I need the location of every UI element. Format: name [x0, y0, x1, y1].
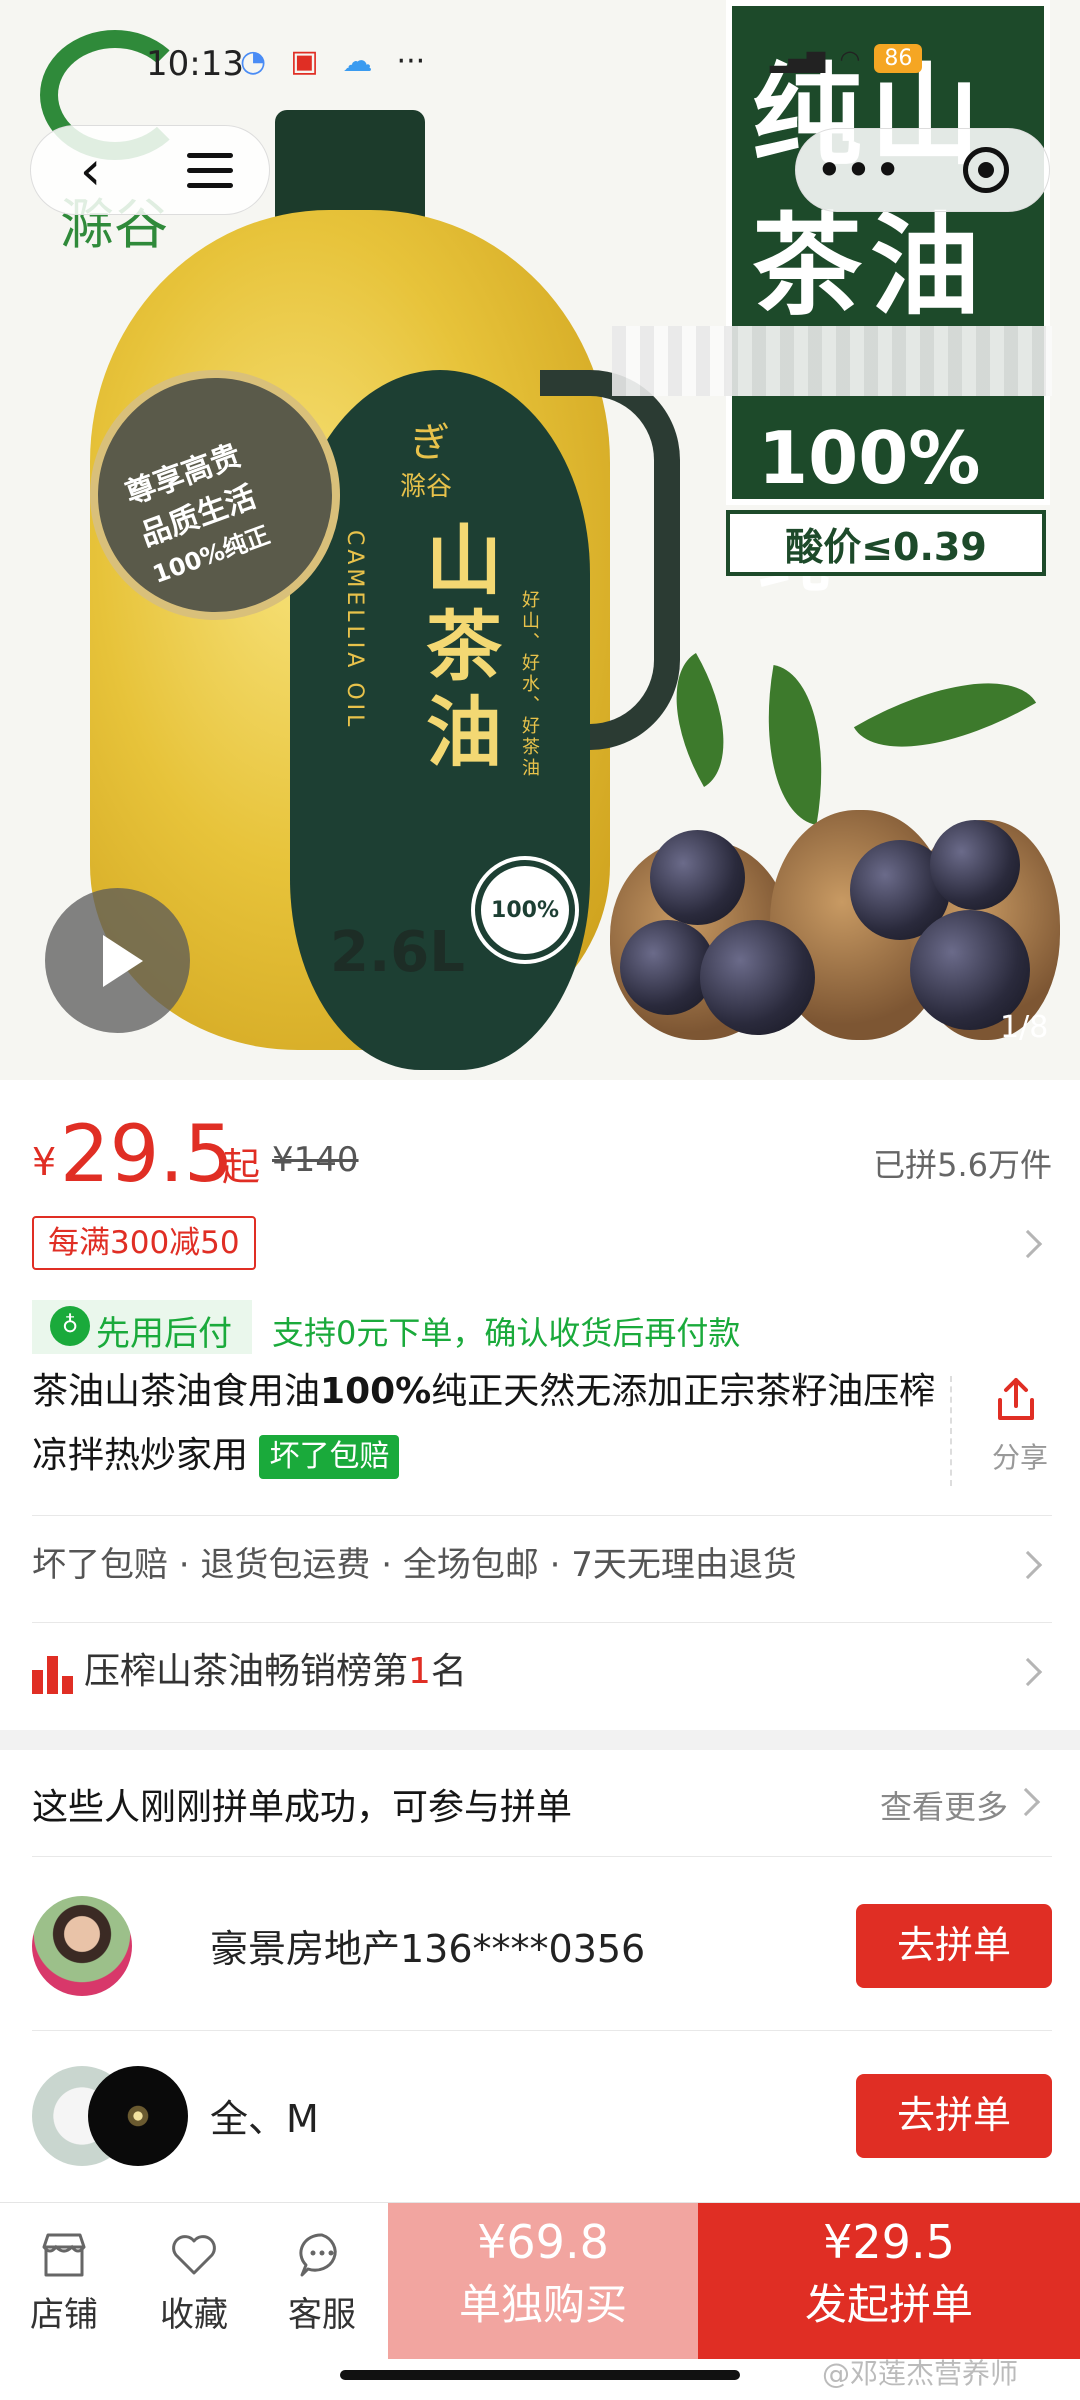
- battery-icon: 86: [874, 44, 923, 73]
- chat-icon: [299, 2233, 337, 2277]
- status-time: 10:13: [146, 44, 244, 84]
- home-indicator[interactable]: [340, 2370, 740, 2380]
- original-price: ¥140: [272, 1140, 359, 1180]
- avatar: [88, 2066, 188, 2166]
- price-row: ¥ 29.5 起 ¥140 已拼5.6万件: [32, 1110, 1052, 1200]
- share-icon: [998, 1378, 1034, 1420]
- heart-icon: [172, 2235, 216, 2275]
- back-button[interactable]: ‹: [31, 125, 150, 215]
- member-name: 豪景房地产136****0356: [210, 1927, 646, 1971]
- ranking-text: 压榨山茶油畅销榜第1名: [84, 1651, 467, 1692]
- join-group-button[interactable]: 去拼单: [856, 2074, 1052, 2158]
- acid-value-label: 酸价≤0.39: [726, 510, 1046, 576]
- share-label: 分享: [992, 1441, 1049, 1474]
- section-separator: [0, 1730, 1080, 1750]
- bottle-title: 山茶油: [413, 520, 502, 778]
- play-video-button[interactable]: [45, 888, 190, 1033]
- tab-customer-service[interactable]: 客服: [258, 2227, 386, 2347]
- price-suffix: 起: [222, 1145, 261, 1189]
- purity-seal: 100%: [475, 860, 575, 960]
- more-notifications-icon: ···: [396, 44, 426, 79]
- start-group-button[interactable]: ¥29.5 发起拼单: [698, 2203, 1080, 2359]
- group-price: 29.5: [60, 1110, 234, 1200]
- pay-later-icon: ♁: [50, 1306, 90, 1346]
- more-options-button[interactable]: •••: [796, 143, 923, 197]
- coupon-row[interactable]: 每满300减50: [32, 1216, 1052, 1272]
- status-bar: 10:13 ◔ ▣ ☁ ··· ▂▄▆ ◠ 86: [0, 0, 1080, 130]
- pay-later-row[interactable]: ♁ 先用后付 支持0元下单，确认收货后再付款: [32, 1300, 1052, 1360]
- tab-label: 店铺: [30, 2295, 98, 2335]
- coupon-tag: 每满300减50: [32, 1216, 256, 1270]
- bottle-volume: 2.6L: [330, 920, 465, 985]
- bottle-english-name: CAMELLIA OIL: [342, 530, 367, 731]
- close-miniprogram-button[interactable]: [923, 147, 1049, 193]
- divider: [32, 1622, 1052, 1623]
- chevron-right-icon: [1013, 1657, 1043, 1687]
- target-icon: [963, 147, 1009, 193]
- ranking-icon: [32, 1654, 74, 1694]
- group-buy-header: 这些人刚刚拼单成功，可参与拼单 查看更多: [32, 1760, 1052, 1840]
- pay-later-title: 先用后付: [96, 1314, 232, 1354]
- watermark: @邓莲杰营养师: [822, 2357, 1019, 2390]
- notification-icons: ◔ ▣ ☁ ···: [240, 44, 425, 79]
- product-title: 茶油山茶油食用油100%纯正天然无添加正宗茶籽油压榨凉拌热炒家用 坏了包赔: [32, 1360, 942, 1488]
- guarantee-tag: 坏了包赔: [259, 1435, 400, 1479]
- tab-label: 收藏: [160, 2295, 228, 2335]
- solo-label: 单独购买: [458, 2280, 627, 2329]
- menu-button[interactable]: [150, 125, 269, 215]
- solo-price: ¥69.8: [477, 2215, 609, 2269]
- miniprogram-capsule: •••: [795, 128, 1050, 212]
- group-buy-label: 发起拼单: [804, 2280, 973, 2329]
- service-guarantees: 坏了包赔 · 退货包运费 · 全场包邮 · 7天无理由退货: [32, 1545, 797, 1585]
- group-buy-title: 这些人刚刚拼单成功，可参与拼单: [32, 1787, 573, 1828]
- tab-store[interactable]: 店铺: [0, 2227, 128, 2347]
- avatar: [32, 1896, 132, 1996]
- app-notification-icon: ▣: [290, 44, 319, 79]
- chat-notification-icon: ◔: [240, 44, 267, 79]
- bottle-logo-icon: ぎ: [410, 420, 450, 466]
- tab-label: 客服: [288, 2295, 356, 2335]
- tab-favorite[interactable]: 收藏: [130, 2227, 258, 2347]
- group-member-row: 豪景房地产136****0356 去拼单: [32, 1890, 1052, 2000]
- bottle-slogan: 好山、好水、好茶油: [519, 590, 540, 779]
- group-buy-price: ¥29.5: [823, 2215, 955, 2269]
- chevron-right-icon: [1013, 1550, 1043, 1580]
- currency-symbol: ¥: [32, 1140, 57, 1184]
- member-name: 全、M: [210, 2097, 319, 2141]
- blurred-overlay: [612, 326, 1052, 396]
- buy-alone-button[interactable]: ¥69.8 单独购买: [388, 2203, 698, 2359]
- group-member-row: 全、M 去拼单: [32, 2060, 1052, 2170]
- wifi-icon: ◠: [839, 44, 861, 73]
- image-counter: 1/8: [1000, 1010, 1049, 1045]
- cloud-notification-icon: ☁: [342, 44, 373, 79]
- chevron-right-icon: [1013, 1229, 1043, 1259]
- store-icon: [42, 2233, 86, 2277]
- sold-count: 已拼5.6万件: [873, 1146, 1052, 1184]
- service-guarantees-row[interactable]: 坏了包赔 · 退货包运费 · 全场包邮 · 7天无理由退货: [32, 1525, 1052, 1605]
- chevron-right-icon: [1011, 1787, 1041, 1817]
- system-status-icons: ▂▄▆ ◠ 86: [770, 44, 923, 73]
- nav-controls: ‹: [30, 125, 270, 215]
- play-icon: [102, 934, 143, 987]
- view-more-link[interactable]: 查看更多: [880, 1782, 1008, 1828]
- ranking-row[interactable]: 压榨山茶油畅销榜第1名: [32, 1632, 1052, 1712]
- divider: [32, 1515, 1052, 1516]
- chevron-left-icon: ‹: [79, 138, 102, 202]
- share-button[interactable]: 分享: [950, 1376, 1080, 1486]
- menu-icon: [186, 152, 233, 158]
- signal-icon: ▂▄▆: [770, 44, 826, 73]
- pay-later-desc: 支持0元下单，确认收货后再付款: [272, 1314, 741, 1352]
- join-group-button[interactable]: 去拼单: [856, 1904, 1052, 1988]
- divider: [32, 1856, 1052, 1857]
- divider: [32, 2030, 1052, 2031]
